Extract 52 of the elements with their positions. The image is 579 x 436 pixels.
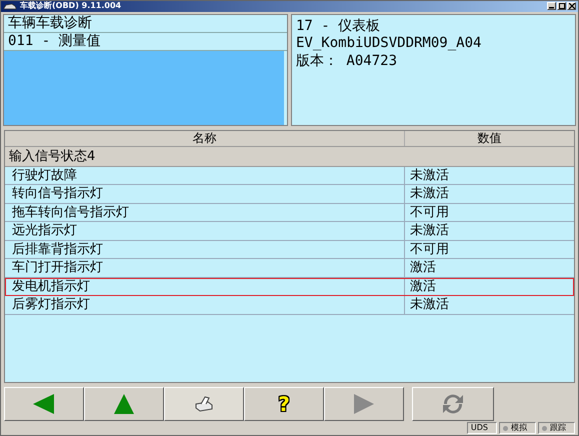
print-button[interactable] xyxy=(164,386,244,421)
name-cell: 后雾灯指示灯 xyxy=(5,296,405,314)
close-icon xyxy=(568,3,574,10)
name-cell: 转向信号指示灯 xyxy=(5,185,405,203)
info-line: 版本： A04723 xyxy=(296,52,398,70)
value-cell-text: 未激活 xyxy=(409,185,450,203)
status-text: 跟踪 xyxy=(550,423,566,433)
printer-icon xyxy=(194,396,214,412)
table-row[interactable]: 车门打开指示灯 激活 xyxy=(5,259,574,278)
table-row[interactable]: 后排靠背指示灯 不可用 xyxy=(5,240,574,260)
name-cell: 车门打开指示灯 xyxy=(5,259,405,277)
table-row[interactable]: 发电机指示灯 激活 xyxy=(5,278,574,296)
value-cell-text: 未激活 xyxy=(409,296,450,314)
close-button[interactable] xyxy=(567,2,576,10)
window-title: 车载诊断(OBD) 9.11.004 xyxy=(20,1,122,12)
name-cell: 发电机指示灯 xyxy=(5,278,405,296)
table-row[interactable]: 行驶灯故障 未激活 xyxy=(5,166,574,186)
info-line: 17 - 仪表板 xyxy=(296,18,382,36)
value-cell-text: 激活 xyxy=(409,259,437,277)
maximize-button[interactable] xyxy=(557,2,566,10)
question-mark-icon: ? xyxy=(278,392,290,416)
value-cell-text: 激活 xyxy=(409,278,437,296)
status-dot-icon xyxy=(542,426,547,430)
name-cell: 拖车转向信号指示灯 xyxy=(5,204,405,222)
back-button[interactable] xyxy=(4,386,84,421)
minimize-button[interactable] xyxy=(547,2,556,10)
name-cell: 行驶灯故障 xyxy=(5,166,405,184)
car-icon xyxy=(3,2,17,11)
maximize-icon xyxy=(558,3,564,10)
table-row[interactable]: 转向信号指示灯 未激活 xyxy=(5,185,574,204)
group-row: 输入信号状态4 xyxy=(5,146,574,167)
table-row[interactable]: 拖车转向信号指示灯 不可用 xyxy=(5,204,574,222)
refresh-button[interactable] xyxy=(412,386,494,421)
info-line: EV_KombiUDSVDDRM09_A04 xyxy=(296,35,482,53)
value-cell-text: 不可用 xyxy=(409,240,450,258)
table-row[interactable]: 远光指示灯 未激活 xyxy=(5,222,574,241)
up-button[interactable] xyxy=(84,386,164,421)
column-header[interactable]: 数值 xyxy=(405,130,574,146)
value-cell-text: 未激活 xyxy=(409,166,450,184)
value-cell-text: 不可用 xyxy=(409,204,450,222)
value-cell-text: 未激活 xyxy=(409,222,450,240)
status-text: UDS xyxy=(470,423,488,433)
status-dot-icon xyxy=(503,426,508,430)
status-text: 模拟 xyxy=(511,423,527,433)
left-triangle-icon xyxy=(32,392,56,415)
up-triangle-icon xyxy=(113,392,135,415)
name-cell: 后排靠背指示灯 xyxy=(5,240,405,258)
right-triangle-icon xyxy=(353,392,375,415)
table-row[interactable]: 后雾灯指示灯 未激活 xyxy=(5,296,574,315)
name-cell: 远光指示灯 xyxy=(5,222,405,240)
panel-title: 车辆车载诊断 xyxy=(4,14,287,33)
column-header[interactable]: 名称 xyxy=(5,130,405,146)
